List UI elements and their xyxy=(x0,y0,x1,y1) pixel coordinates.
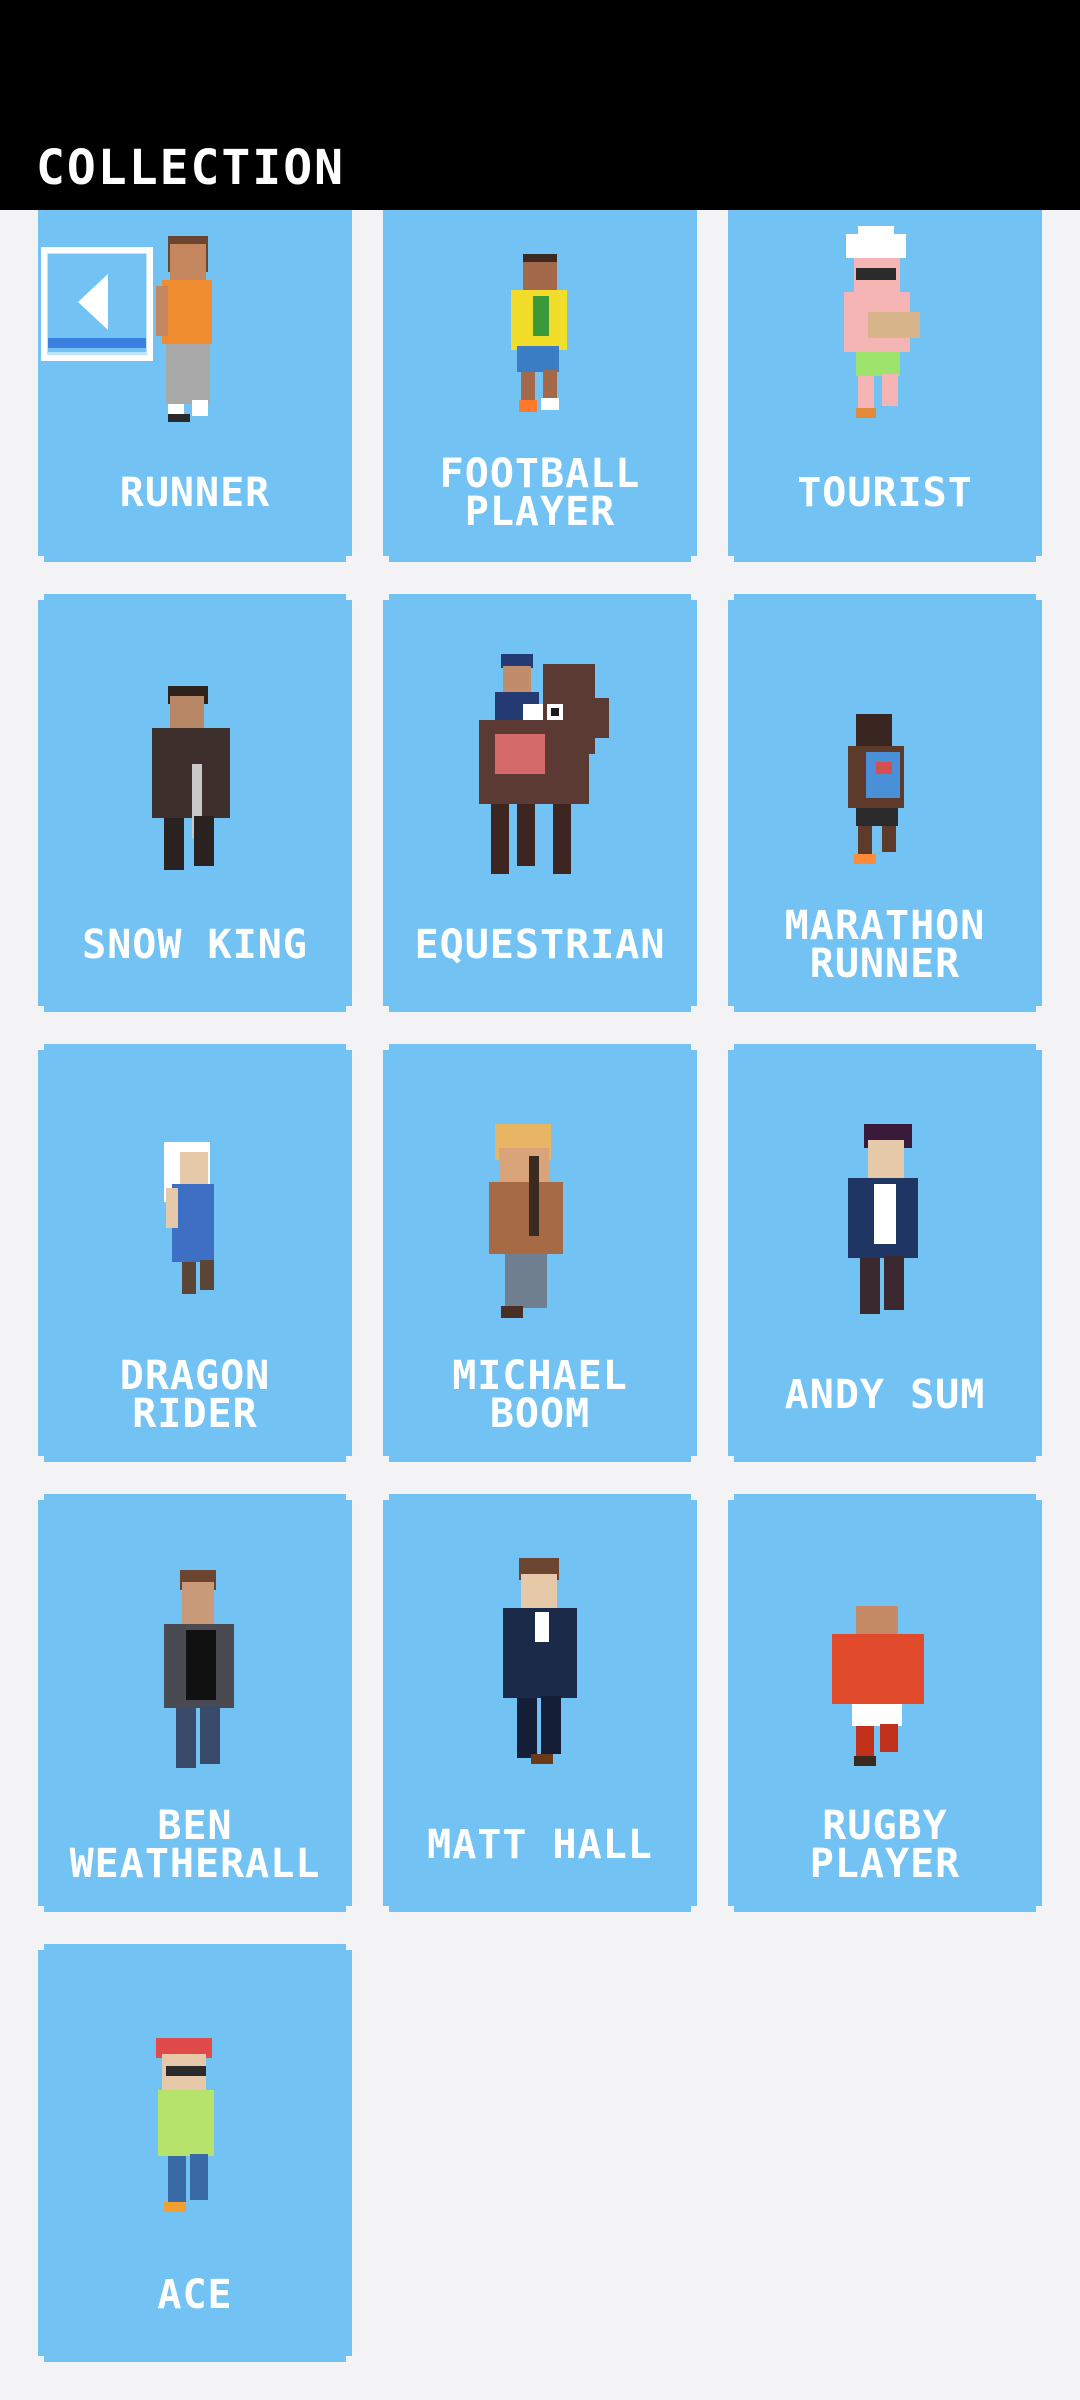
card-label: BEN WEATHERALL xyxy=(69,1803,321,1887)
card-label: RUNNER xyxy=(119,470,271,516)
card-label: MICHAEL BOOM xyxy=(452,1353,628,1437)
card-label: ACE xyxy=(157,2272,233,2318)
card-label: ANDY SUM xyxy=(784,1372,986,1418)
header-bar: COLLECTION xyxy=(0,0,1080,210)
character-card-marathon-runner[interactable]: MARATHON RUNNER xyxy=(728,594,1042,1012)
character-card-rugby-player[interactable]: RUGBY PLAYER xyxy=(728,1494,1042,1912)
character-card-ace[interactable]: ACE xyxy=(38,1944,352,2362)
card-label: MARATHON RUNNER xyxy=(784,903,986,987)
character-card-football-player[interactable]: FOOTBALL PLAYER xyxy=(383,200,697,562)
back-arrow-icon xyxy=(41,247,153,361)
card-label: TOURIST xyxy=(797,470,973,516)
page-title: COLLECTION xyxy=(36,140,345,196)
character-card-tourist[interactable]: TOURIST xyxy=(728,200,1042,562)
character-card-matt-hall[interactable]: MATT HALL xyxy=(383,1494,697,1912)
character-card-michael-boom[interactable]: MICHAEL BOOM xyxy=(383,1044,697,1462)
card-label: DRAGON RIDER xyxy=(119,1353,271,1437)
character-card-snow-king[interactable]: SNOW KING xyxy=(38,594,352,1012)
character-card-ben-weatherall[interactable]: BEN WEATHERALL xyxy=(38,1494,352,1912)
card-label: RUGBY PLAYER xyxy=(809,1803,961,1887)
character-card-equestrian[interactable]: EQUESTRIAN xyxy=(383,594,697,1012)
card-label: MATT HALL xyxy=(427,1822,653,1868)
card-label: EQUESTRIAN xyxy=(414,922,666,968)
back-button[interactable] xyxy=(38,244,156,364)
character-grid: RUNNER FOOTBALL PLAYER TOURIST SNOW KING… xyxy=(0,0,1080,2400)
character-card-andy-sum[interactable]: ANDY SUM xyxy=(728,1044,1042,1462)
card-label: SNOW KING xyxy=(82,922,308,968)
card-label: FOOTBALL PLAYER xyxy=(439,451,641,535)
character-card-dragon-rider[interactable]: DRAGON RIDER xyxy=(38,1044,352,1462)
